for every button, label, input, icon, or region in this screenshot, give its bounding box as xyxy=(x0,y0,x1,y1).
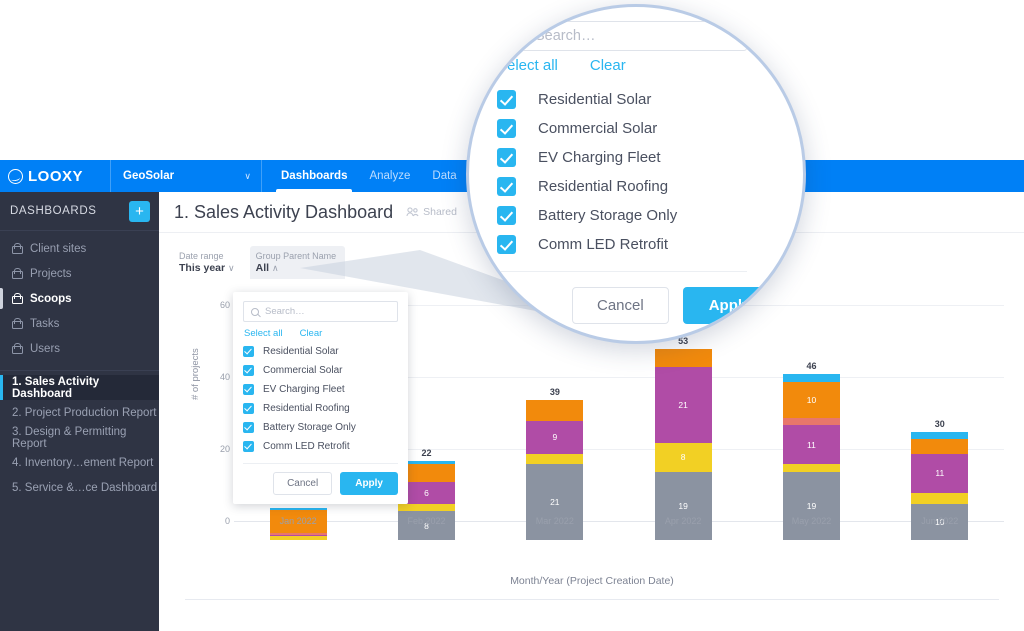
magnified-dropdown: Search… Select all Clear Residential Sol… xyxy=(469,7,803,341)
dropdown-option-label: Commercial Solar xyxy=(538,120,658,137)
magnified-divider xyxy=(497,271,747,272)
magnified-search-field[interactable]: Search… xyxy=(497,21,747,51)
dropdown-option-label: Battery Storage Only xyxy=(538,207,678,224)
magnifier-lens: Search… Select all Clear Residential Sol… xyxy=(466,4,806,344)
dropdown-option-label: Comm LED Retrofit xyxy=(538,236,669,253)
dropdown-option-residential-roofing[interactable]: Residential Roofing xyxy=(497,172,677,201)
magnified-actions: Cancel Apply xyxy=(572,287,777,324)
magnified-bulk-links: Select all Clear xyxy=(497,57,626,74)
dropdown-option-comm-led-retrofit[interactable]: Comm LED Retrofit xyxy=(497,230,677,259)
checkbox-checked-icon[interactable] xyxy=(497,177,516,196)
dropdown-option-label: Residential Roofing xyxy=(538,178,669,195)
checkbox-checked-icon[interactable] xyxy=(497,206,516,225)
checkbox-checked-icon[interactable] xyxy=(497,119,516,138)
select-all-link[interactable]: Select all xyxy=(497,57,558,74)
dropdown-option-residential-solar[interactable]: Residential Solar xyxy=(497,85,677,114)
checkbox-checked-icon[interactable] xyxy=(497,90,516,109)
clear-link[interactable]: Clear xyxy=(590,57,626,74)
dropdown-option-commercial-solar[interactable]: Commercial Solar xyxy=(497,114,677,143)
dropdown-option-label: EV Charging Fleet xyxy=(538,149,661,166)
dropdown-option-label: Residential Solar xyxy=(538,91,652,108)
dropdown-option-ev-charging-fleet[interactable]: EV Charging Fleet xyxy=(497,143,677,172)
apply-button[interactable]: Apply xyxy=(682,287,777,324)
magnified-option-list: Residential Solar Commercial Solar EV Char… xyxy=(497,85,677,259)
cancel-button[interactable]: Cancel xyxy=(572,287,669,324)
checkbox-checked-icon[interactable] xyxy=(497,148,516,167)
search-icon xyxy=(510,29,524,43)
dropdown-option-battery-storage-only[interactable]: Battery Storage Only xyxy=(497,201,677,230)
checkbox-checked-icon[interactable] xyxy=(497,235,516,254)
search-placeholder: Search… xyxy=(535,28,596,44)
screenshot-root: LOOXY GeoSolar ∨ Dashboards Analyze Data… xyxy=(0,0,1024,631)
